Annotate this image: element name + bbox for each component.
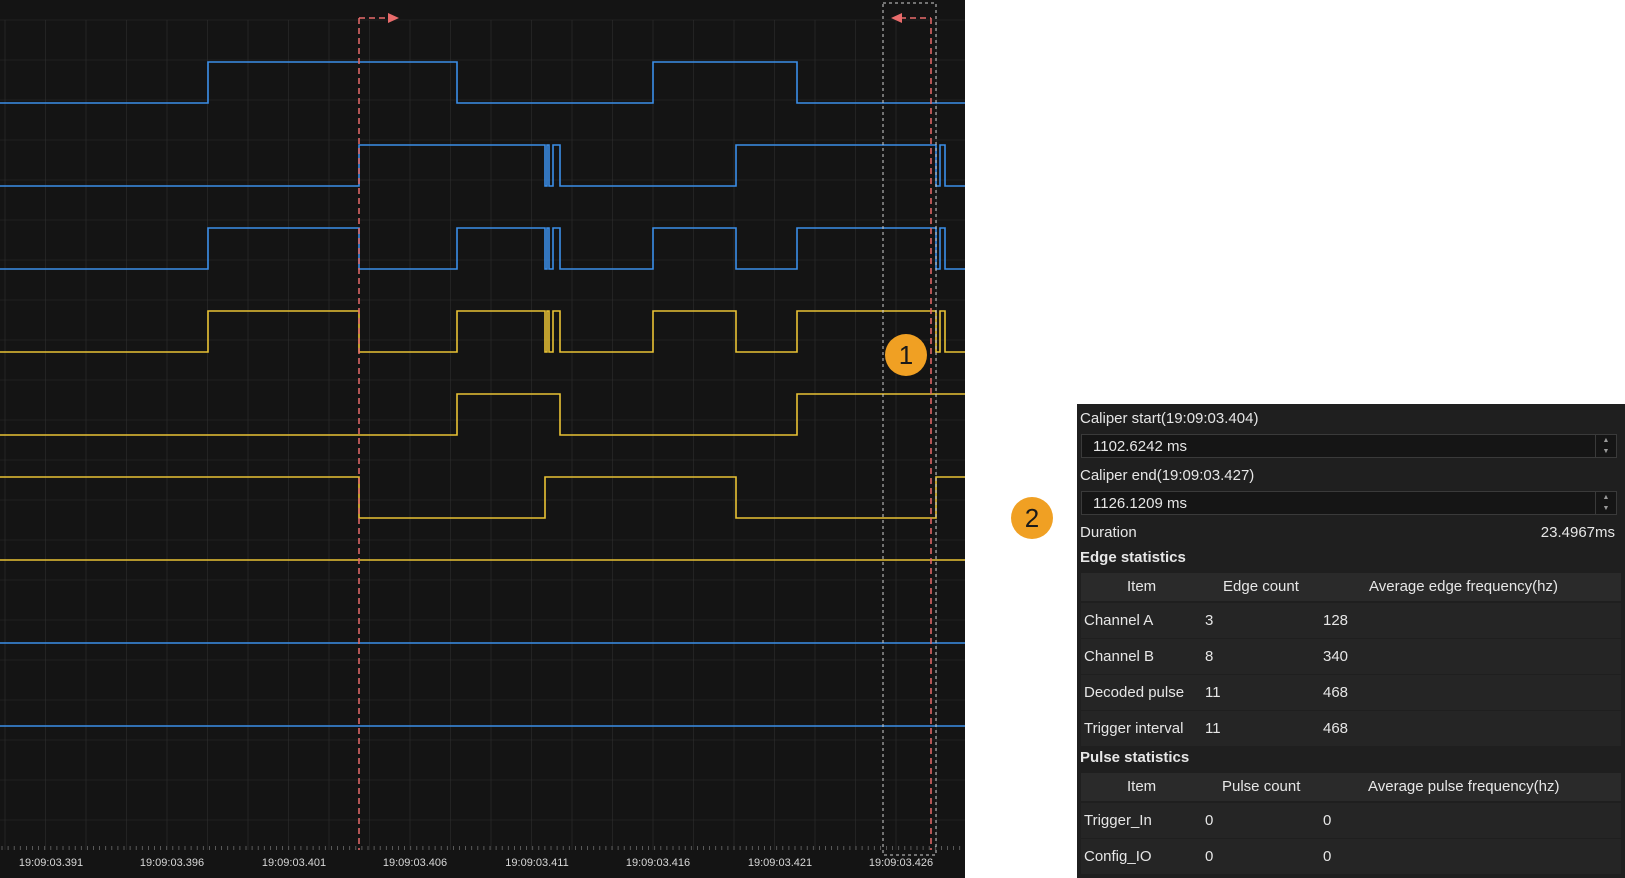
time-axis-tick-label: 19:09:03.416 bbox=[626, 857, 690, 869]
signal-trace-4 bbox=[0, 310, 965, 353]
edge-col-item: Item bbox=[1127, 578, 1157, 595]
arrow-left-icon bbox=[891, 13, 902, 23]
pulse-table-cell-frequency: 0 bbox=[1323, 848, 1332, 865]
edge-table-cell-frequency: 128 bbox=[1323, 612, 1349, 629]
edge-table-cell-item: Channel A bbox=[1084, 612, 1154, 629]
caliper-end-label: Caliper end(19:09:03.427) bbox=[1080, 467, 1255, 484]
caliper-end-spinner[interactable]: ▲ ▼ bbox=[1595, 492, 1616, 514]
caliper-end-input[interactable] bbox=[1082, 492, 1582, 514]
edge-table-cell-frequency: 340 bbox=[1323, 648, 1349, 665]
callout-marker-2: 2 bbox=[1011, 497, 1053, 539]
time-axis-tick-label: 19:09:03.401 bbox=[262, 857, 326, 869]
pulse-table-header: Item Pulse count Average pulse frequency… bbox=[1081, 773, 1621, 801]
edge-table-cell-count: 8 bbox=[1205, 648, 1214, 665]
caliper-start-spinner[interactable]: ▲ ▼ bbox=[1595, 435, 1616, 457]
edge-col-frequency: Average edge frequency(hz) bbox=[1369, 578, 1559, 595]
pulse-table-cell-item: Config_IO bbox=[1084, 848, 1152, 865]
edge-table-cell-count: 11 bbox=[1205, 684, 1221, 701]
duration-label: Duration bbox=[1080, 524, 1137, 541]
pulse-col-frequency: Average pulse frequency(hz) bbox=[1368, 778, 1560, 795]
pulse-table-cell-count: 0 bbox=[1205, 812, 1214, 829]
time-axis-tick-label: 19:09:03.391 bbox=[19, 857, 83, 869]
arrow-right-icon bbox=[388, 13, 399, 23]
edge-table-cell-item: Channel B bbox=[1084, 648, 1155, 665]
time-axis-tick-label: 19:09:03.426 bbox=[869, 857, 933, 869]
waveform-chart[interactable]: 19:09:03.391 19:09:03.396 19:09:03.401 19:0… bbox=[0, 0, 965, 878]
pulse-table-row: Config_IO 0 0 bbox=[1081, 839, 1621, 874]
time-axis-tick-label: 19:09:03.406 bbox=[383, 857, 447, 869]
pulse-table-cell-item: Trigger_In bbox=[1084, 812, 1152, 829]
chevron-up-icon[interactable]: ▲ bbox=[1596, 492, 1616, 503]
chevron-up-icon[interactable]: ▲ bbox=[1596, 435, 1616, 446]
waveform-panel[interactable]: 19:09:03.391 19:09:03.396 19:09:03.401 19:0… bbox=[0, 0, 965, 878]
edge-table-row: Channel B 8 340 bbox=[1081, 639, 1621, 674]
edge-table-cell-frequency: 468 bbox=[1323, 684, 1349, 701]
caliper-start-input[interactable] bbox=[1082, 435, 1582, 457]
caliper-start-field[interactable]: ▲ ▼ bbox=[1081, 434, 1617, 458]
pulse-table-cell-count: 0 bbox=[1205, 848, 1214, 865]
signal-trace-6 bbox=[0, 476, 965, 519]
pulse-col-item: Item bbox=[1127, 778, 1157, 795]
edge-col-count: Edge count bbox=[1223, 578, 1299, 595]
pulse-col-count: Pulse count bbox=[1222, 778, 1301, 795]
edge-table-cell-item: Decoded pulse bbox=[1084, 684, 1185, 701]
pulse-table-cell-frequency: 0 bbox=[1323, 812, 1332, 829]
pulse-statistics-title: Pulse statistics bbox=[1080, 749, 1190, 766]
edge-table-cell-count: 3 bbox=[1205, 612, 1214, 629]
signal-trace-1 bbox=[0, 61, 965, 104]
edge-table-cell-count: 11 bbox=[1205, 720, 1221, 737]
caliper-start-line[interactable] bbox=[358, 13, 399, 850]
callout-marker-1: 1 bbox=[885, 334, 927, 376]
signal-trace-5 bbox=[0, 393, 965, 436]
caliper-end-line[interactable] bbox=[891, 13, 932, 850]
edge-table-row: Trigger interval 11 468 bbox=[1081, 711, 1621, 746]
caliper-statistics-panel: Caliper start(19:09:03.404) ▲ ▼ Caliper … bbox=[1077, 404, 1625, 878]
edge-statistics-title: Edge statistics bbox=[1080, 549, 1186, 566]
duration-value: 23.4967ms bbox=[1540, 524, 1615, 541]
edge-table-cell-frequency: 468 bbox=[1323, 720, 1349, 737]
caliper-end-field[interactable]: ▲ ▼ bbox=[1081, 491, 1617, 515]
chevron-down-icon[interactable]: ▼ bbox=[1596, 446, 1616, 457]
pulse-table-row: Trigger_In 0 0 bbox=[1081, 803, 1621, 838]
edge-table-header: Item Edge count Average edge frequency(h… bbox=[1081, 573, 1621, 601]
time-axis-tick-label: 19:09:03.421 bbox=[748, 857, 812, 869]
edge-table-row: Channel A 3 128 bbox=[1081, 603, 1621, 638]
chevron-down-icon[interactable]: ▼ bbox=[1596, 503, 1616, 514]
edge-table-cell-item: Trigger interval bbox=[1084, 720, 1184, 737]
caliper-start-label: Caliper start(19:09:03.404) bbox=[1080, 410, 1259, 427]
signal-trace-3 bbox=[0, 227, 965, 270]
caliper-end-selection-box[interactable] bbox=[882, 2, 937, 856]
time-axis-tick-label: 19:09:03.396 bbox=[140, 857, 204, 869]
time-axis-tick-label: 19:09:03.411 bbox=[505, 857, 568, 869]
edge-table-row: Decoded pulse 11 468 bbox=[1081, 675, 1621, 710]
